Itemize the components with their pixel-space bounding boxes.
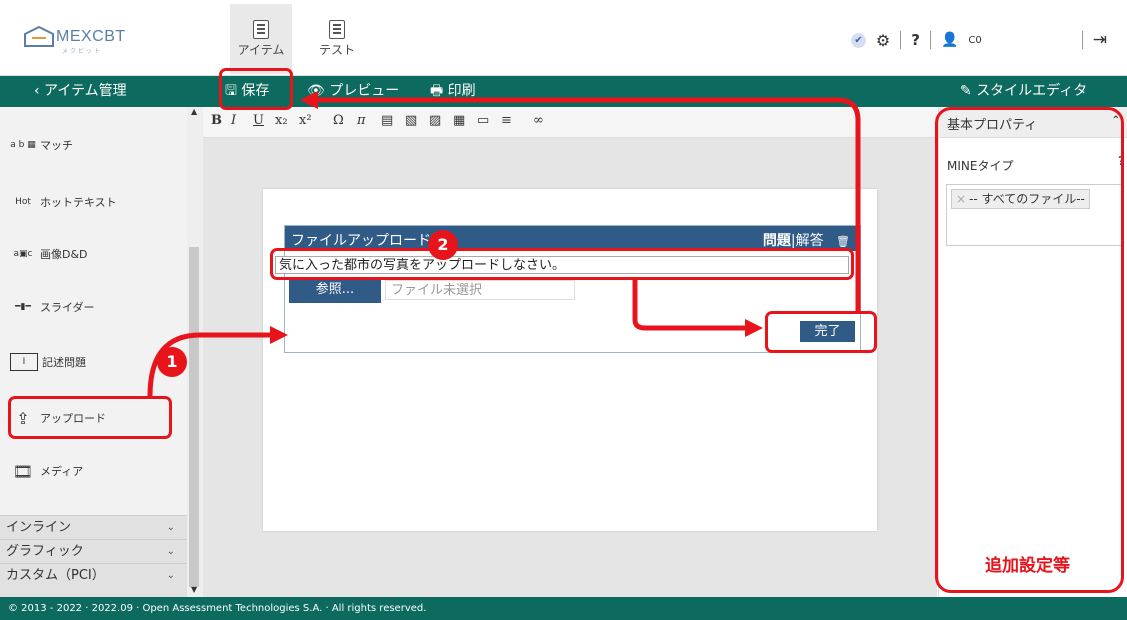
print-label: 印刷: [447, 83, 476, 99]
sidebar-list: a b ▦ マッチ Hot ホットテキスト a▣c 画像D&D ━▮━ スライダ…: [0, 107, 187, 597]
subscript-button[interactable]: x₂: [275, 113, 288, 128]
italic-button[interactable]: I: [231, 113, 236, 128]
tab-items-label: アイテム: [237, 43, 285, 57]
print-button[interactable]: 🖶 印刷: [430, 76, 476, 107]
check-icon[interactable]: ✔: [850, 32, 866, 48]
image-icon[interactable]: ▧: [405, 113, 417, 128]
tab-question[interactable]: 問題: [763, 233, 791, 249]
group-label: カスタム（PCI）: [6, 568, 105, 583]
user-icon[interactable]: 👤: [941, 32, 958, 48]
user-name[interactable]: C0: [968, 35, 981, 46]
nav-bar: ‹ アイテム管理 🖫 保存 👁 プレビュー 🖶 印刷 ✎ スタイルエディタ: [0, 76, 1127, 107]
sidebar-item-match[interactable]: a b ▦ マッチ: [10, 125, 73, 165]
annotation-save-box: [219, 68, 293, 110]
help-icon[interactable]: ?: [911, 31, 920, 49]
underline-button[interactable]: U: [253, 113, 264, 128]
sidebar-item-label: スライダー: [40, 301, 95, 314]
image-dnd-icon: a▣c: [13, 249, 33, 259]
annotation-prompt-box: [270, 248, 854, 280]
align-icon[interactable]: ≡: [501, 113, 512, 128]
sidebar-item-text-entry[interactable]: I 記述問題: [10, 342, 86, 382]
logout-icon[interactable]: ⇥: [1093, 30, 1107, 50]
scroll-down-icon[interactable]: ▼: [191, 585, 197, 594]
sidebar-group-custom-pci[interactable]: カスタム（PCI） ⌄: [0, 563, 187, 597]
media-insert-icon[interactable]: ▨: [429, 113, 441, 128]
logo-subtext: メクビット: [62, 48, 103, 55]
sidebar-item-label: 画像D&D: [40, 248, 88, 261]
pi-button[interactable]: π: [357, 113, 366, 128]
widget-title: ファイルアップロード: [291, 233, 431, 249]
text-entry-icon: I: [10, 353, 38, 371]
sidebar-item-image-dnd[interactable]: a▣c 画像D&D: [10, 234, 88, 274]
annotation-badge-2: 2: [428, 230, 458, 260]
tab-items[interactable]: アイテム: [230, 4, 292, 74]
widget-tabs: 問題|解答 🗑: [763, 230, 850, 250]
template-icon[interactable]: ▤: [381, 113, 393, 128]
tab-tests-label: テスト: [318, 43, 355, 57]
match-icon: a b ▦: [10, 140, 36, 150]
divider: [929, 31, 931, 49]
gear-icon[interactable]: ⚙: [876, 31, 890, 50]
format-toolbar: B I U x₂ x² Ω π ▤ ▧ ▨ ▦ ▭ ≡ ∞: [203, 107, 937, 138]
trash-icon[interactable]: 🗑: [836, 235, 850, 248]
top-right-controls: ✔ ⚙ ? 👤 C0 ⇥: [850, 30, 1107, 50]
sidebar-item-label: 記述問題: [42, 356, 86, 369]
logo[interactable]: MEXCBT メクビット: [22, 24, 126, 55]
preview-button[interactable]: 👁 プレビュー: [307, 76, 399, 107]
annotation-extra-settings: 追加設定等: [985, 556, 1070, 576]
top-bar: MEXCBT メクビット アイテム テスト ✔ ⚙ ? 👤 C0 ⇥: [0, 0, 1127, 76]
hottext-icon: Hot: [15, 197, 31, 207]
tests-icon: [329, 20, 345, 39]
preview-label: プレビュー: [329, 83, 400, 99]
brush-icon: ✎: [960, 83, 972, 99]
sidebar-item-hottext[interactable]: Hot ホットテキスト: [10, 182, 117, 222]
sidebar-item-label: マッチ: [40, 139, 73, 152]
annotation-done-box: [765, 311, 877, 353]
sidebar-item-slider[interactable]: ━▮━ スライダー: [10, 287, 95, 327]
sidebar-item-media[interactable]: 🎞 メディア: [10, 451, 83, 491]
annotation-upload-box: [8, 396, 172, 439]
file-name-field: ファイル未選択: [385, 280, 575, 300]
group-label: インライン: [6, 520, 72, 535]
sidebar-group-graphic[interactable]: グラフィック ⌄: [0, 539, 187, 563]
sidebar-item-label: ホットテキスト: [40, 196, 117, 209]
superscript-button[interactable]: x²: [299, 113, 312, 128]
bold-button[interactable]: B: [211, 113, 222, 128]
sidebar-item-label: メディア: [40, 465, 84, 478]
tab-tests[interactable]: テスト: [306, 4, 368, 74]
divider: [900, 31, 902, 49]
browse-button[interactable]: 参照...: [289, 277, 381, 303]
annotation-panel-box: [935, 107, 1124, 593]
slider-icon: ━▮━: [15, 302, 31, 312]
link-icon[interactable]: ∞: [533, 113, 544, 128]
footer: © 2013 - 2022 · 2022.09 · Open Assessmen…: [0, 597, 1127, 620]
chevron-down-icon: ⌄: [166, 522, 175, 533]
back-to-item-manager[interactable]: ‹ アイテム管理: [34, 76, 127, 107]
annotation-badge-1: 1: [157, 347, 187, 377]
logo-text: MEXCBT: [56, 28, 126, 45]
print-icon: 🖶: [430, 83, 444, 99]
tooltip-icon[interactable]: ▭: [477, 113, 489, 128]
group-label: グラフィック: [6, 544, 84, 559]
table-icon[interactable]: ▦: [453, 113, 465, 128]
items-icon: [253, 20, 269, 39]
media-icon: 🎞: [12, 461, 34, 481]
scroll-up-icon[interactable]: ▲: [191, 107, 197, 116]
divider: [1081, 31, 1083, 49]
chevron-down-icon: ⌄: [166, 570, 175, 581]
tab-answer[interactable]: 解答: [796, 233, 824, 249]
sidebar-scroll-thumb[interactable]: [189, 247, 199, 587]
logo-icon: [24, 25, 54, 47]
eye-icon: 👁: [307, 83, 325, 99]
style-editor-label: スタイルエディタ: [976, 83, 1088, 99]
sidebar-group-inline[interactable]: インライン ⌄: [0, 515, 187, 539]
chevron-down-icon: ⌄: [166, 546, 175, 557]
omega-button[interactable]: Ω: [333, 113, 344, 128]
style-editor-button[interactable]: ✎ スタイルエディタ: [960, 76, 1087, 107]
